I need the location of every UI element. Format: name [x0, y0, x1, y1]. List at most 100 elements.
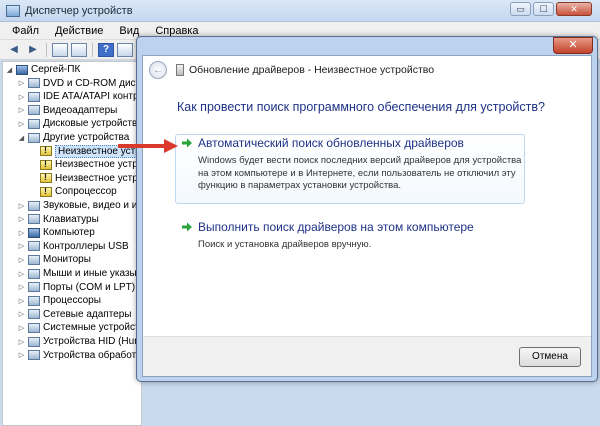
tree-item-label: Компьютер	[43, 227, 95, 239]
tree-item[interactable]: ▷ Устройства HID (Human Interface Devices…	[17, 335, 141, 348]
tree-item[interactable]: ▷ Сетевые адаптеры	[17, 308, 132, 321]
tree-item[interactable]: ▷ Контроллеры USB	[17, 240, 129, 253]
tree-expander-icon[interactable]: ▷	[17, 93, 26, 101]
dialog-title: Обновление драйверов - Неизвестное устро…	[189, 64, 435, 76]
tree-item[interactable]: Неизвестное устройство	[29, 158, 141, 171]
tree-item[interactable]: ▷ Дисковые устройства	[17, 117, 141, 130]
tree-item[interactable]: Сопроцессор	[29, 185, 117, 198]
option-browse-computer[interactable]: Выполнить поиск драйверов на этом компью…	[175, 218, 525, 258]
computer-icon	[16, 64, 28, 75]
warning-device-icon	[40, 172, 52, 184]
tree-item[interactable]: ▷ Устройства обработки изображений	[17, 349, 142, 362]
tree-item[interactable]: ▷ Видеоадаптеры	[17, 104, 118, 117]
tree-expander-icon[interactable]: ▷	[17, 283, 26, 291]
cancel-button[interactable]: Отмена	[519, 347, 581, 367]
tree-expander-icon[interactable]: ▷	[17, 202, 26, 210]
tree-item[interactable]: ▷ IDE ATA/ATAPI контроллеры	[17, 90, 141, 103]
option-description: Windows будет вести поиск последних верс…	[198, 155, 522, 191]
tree-expander-icon[interactable]: ▷	[17, 256, 26, 264]
tree-expander-icon[interactable]: ▷	[17, 242, 26, 250]
port-icon	[28, 282, 40, 293]
green-arrow-icon	[182, 138, 192, 148]
tree-item[interactable]: ▷ Мониторы	[17, 253, 91, 266]
back-button[interactable]: ←	[149, 61, 167, 79]
tree-item-label: Другие устройства	[43, 132, 130, 143]
monitor-icon	[28, 254, 40, 265]
tree-item[interactable]: ◢ Другие устройства	[17, 131, 130, 144]
dialog-close-button[interactable]: ✕	[553, 37, 593, 54]
sound-icon	[28, 200, 40, 211]
tree-item[interactable]: ▷ Порты (COM и LPT)	[17, 281, 135, 294]
tree-item[interactable]: ▷ Компьютер	[17, 226, 95, 239]
tree-item-label: Мониторы	[43, 254, 91, 266]
device-manager-titlebar[interactable]: Диспетчер устройств ▭ ☐ ✕	[0, 0, 600, 22]
dialog-header: ← Обновление драйверов - Неизвестное уст…	[143, 56, 591, 84]
tree-expander-icon[interactable]: ▷	[17, 270, 26, 278]
tree-item[interactable]: ▷ Звуковые, видео и игровые устройства	[17, 199, 141, 212]
option-title: Автоматический поиск обновленных драйвер…	[198, 136, 464, 150]
close-button[interactable]: ✕	[556, 2, 592, 16]
tree-expander-icon[interactable]: ▷	[17, 351, 26, 359]
tree-item-label: Системные устройства	[43, 322, 142, 334]
tree-expander-icon[interactable]: ▷	[17, 215, 26, 223]
tree-expander-icon[interactable]: ◢	[17, 134, 26, 142]
tree-item[interactable]: ▷ Процессоры	[17, 294, 101, 307]
tree-item[interactable]: ▷ Системные устройства	[17, 321, 142, 334]
properties-grid-icon[interactable]	[52, 42, 68, 57]
menu-help[interactable]: Справка	[147, 25, 206, 37]
tree-expander-icon[interactable]: ▷	[17, 324, 26, 332]
dialog-question: Как провести поиск программного обеспече…	[177, 100, 545, 114]
tree-item[interactable]: ◢ Сергей-ПК	[5, 63, 80, 76]
tree-expander-icon[interactable]: ▷	[17, 310, 26, 318]
forward-arrow-icon[interactable]: ▶	[25, 43, 41, 57]
minimize-button[interactable]: ▭	[510, 2, 531, 16]
hid-icon	[28, 336, 40, 347]
dialog-content: ← Обновление драйверов - Неизвестное уст…	[142, 55, 592, 377]
green-arrow-icon	[182, 222, 192, 232]
tree-item-label: Сергей-ПК	[31, 64, 81, 75]
device-icon	[176, 64, 184, 76]
tree-item-label: Мыши и иные указывающие устройства	[43, 268, 141, 279]
help-icon[interactable]: ?	[98, 42, 114, 57]
tree-expander-icon[interactable]: ▷	[17, 120, 26, 128]
menu-file[interactable]: Файл	[4, 25, 47, 37]
annotation-arrow-icon	[118, 139, 178, 153]
ide-controller-icon	[28, 91, 40, 102]
menu-action[interactable]: Действие	[47, 25, 111, 37]
menu-view[interactable]: Вид	[111, 25, 147, 37]
tree-expander-icon[interactable]: ▷	[17, 106, 26, 114]
warning-device-icon	[40, 159, 52, 170]
mouse-icon	[28, 268, 40, 279]
tree-item-label: Клавиатуры	[43, 213, 99, 225]
tree-item[interactable]: ▷ Клавиатуры	[17, 213, 99, 226]
tree-item-label: Устройства обработки изображений	[43, 349, 142, 361]
other-devices-icon	[28, 132, 40, 143]
usb-icon	[28, 241, 40, 252]
maximize-button[interactable]: ☐	[533, 2, 554, 16]
tree-item[interactable]: ▷ DVD и CD-ROM дисководы	[17, 77, 141, 90]
tree-item-label: Процессоры	[43, 295, 101, 307]
tree-item-label: Видеоадаптеры	[43, 104, 118, 116]
update-driver-dialog: ✕ ← Обновление драйверов - Неизвестное у…	[136, 36, 598, 382]
tree-item[interactable]: Неизвестное устройство	[29, 172, 141, 185]
tree-item-label: Звуковые, видео и игровые устройства	[43, 200, 141, 211]
back-arrow-icon[interactable]: ◀	[6, 43, 22, 57]
device-view-icon[interactable]	[117, 42, 133, 57]
tree-expander-icon[interactable]: ▷	[17, 338, 26, 346]
tree-expander-icon[interactable]: ▷	[17, 229, 26, 237]
list-view-icon[interactable]	[71, 42, 87, 57]
tree-item-label: Порты (COM и LPT)	[43, 281, 136, 293]
option-auto-search[interactable]: Автоматический поиск обновленных драйвер…	[175, 134, 525, 204]
tree-item[interactable]: ▷ Мыши и иные указывающие устройства	[17, 267, 141, 280]
device-tree[interactable]: ◢ Сергей-ПК ▷ DVD и CD-ROM дисководы ▷ IDE AT…	[2, 61, 142, 426]
tree-expander-icon[interactable]: ▷	[17, 79, 26, 87]
toolbar-separator	[46, 42, 47, 57]
warning-device-icon	[40, 186, 52, 197]
imaging-device-icon	[28, 350, 40, 361]
tree-item-label: Устройства HID (Human Interface Devices)	[43, 336, 141, 347]
toolbar-separator	[92, 42, 93, 57]
tree-expander-icon[interactable]: ◢	[5, 66, 14, 74]
tree-item-label: DVD и CD-ROM дисководы	[43, 77, 141, 89]
network-adapter-icon	[28, 309, 40, 320]
tree-expander-icon[interactable]: ▷	[17, 297, 26, 305]
